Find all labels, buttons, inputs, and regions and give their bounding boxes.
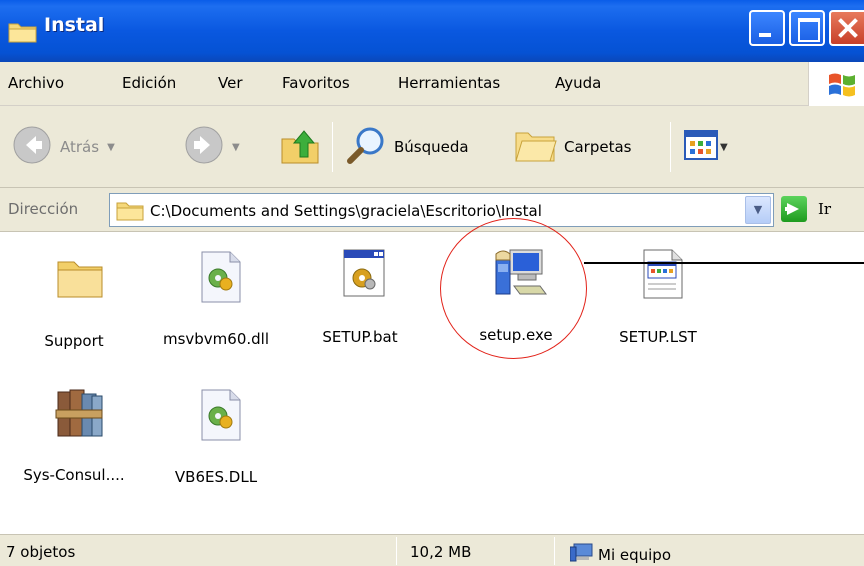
folders-label: Carpetas (564, 138, 632, 156)
dll-file-icon (196, 250, 244, 303)
winrar-archive-icon (54, 386, 103, 438)
status-bar: 7 objetos 10,2 MB Mi equipo (0, 534, 864, 566)
status-size: 10,2 MB (410, 543, 472, 561)
file-name: Sys-Consul.... (23, 466, 125, 484)
file-list: Support msvbvm60.dll SETUP.bat setup.exe… (0, 232, 864, 534)
views-icon (684, 130, 718, 164)
address-bar: Dirección C:\Documents and Settings\grac… (0, 188, 864, 232)
menu-bar: Archivo Edición Ver Favoritos Herramient… (0, 62, 864, 106)
back-arrow-icon (12, 125, 52, 169)
search-button[interactable]: Búsqueda (344, 106, 469, 188)
folder-icon (116, 201, 144, 225)
title-bar: Instal (0, 0, 864, 62)
file-name: SETUP.bat (322, 328, 398, 346)
up-folder-button[interactable] (278, 106, 322, 188)
annotation-pointer-line (584, 262, 864, 264)
back-label: Atrás (60, 138, 100, 156)
file-name: SETUP.LST (619, 328, 697, 346)
go-label[interactable]: Ir (818, 200, 831, 218)
status-location: Mi equipo (569, 543, 672, 566)
batch-file-icon (340, 248, 388, 300)
status-object-count: 7 objetos (6, 543, 76, 561)
close-button[interactable] (829, 10, 864, 46)
chevron-down-icon[interactable]: ▼ (720, 142, 728, 153)
chevron-down-icon[interactable]: ▼ (232, 142, 240, 153)
status-divider (396, 537, 397, 565)
chevron-down-icon[interactable]: ▼ (107, 142, 115, 153)
menu-ayuda[interactable]: Ayuda (555, 74, 601, 92)
status-location-label: Mi equipo (598, 546, 672, 564)
menu-herramientas[interactable]: Herramientas (398, 74, 500, 92)
views-button[interactable]: ▼ (684, 106, 728, 188)
file-name: Support (44, 332, 104, 350)
folders-button[interactable]: Carpetas (514, 106, 631, 188)
folders-icon (514, 125, 558, 169)
file-name: msvbvm60.dll (162, 330, 270, 348)
window-title: Instal (44, 14, 105, 36)
highlight-circle (440, 218, 587, 359)
menu-edicion[interactable]: Edición (122, 74, 176, 92)
forward-arrow-icon (184, 125, 224, 169)
lst-file-icon (638, 248, 686, 300)
maximize-button[interactable] (789, 10, 825, 46)
back-button[interactable]: Atrás ▼ (12, 106, 115, 188)
folder-icon (54, 252, 103, 304)
toolbar: Atrás ▼ ▼ Búsqueda Carpetas ▼ (0, 106, 864, 188)
menu-archivo[interactable]: Archivo (8, 74, 64, 92)
folder-icon (8, 20, 38, 48)
forward-button[interactable]: ▼ (184, 106, 240, 188)
toolbar-separator (332, 122, 333, 172)
address-label: Dirección (8, 200, 79, 218)
minimize-button[interactable] (749, 10, 785, 46)
file-name: VB6ES.DLL (174, 468, 258, 486)
go-arrow-icon[interactable] (781, 196, 807, 222)
my-computer-icon (569, 543, 598, 566)
address-input[interactable]: C:\Documents and Settings\graciela\Escri… (109, 193, 774, 227)
search-icon (344, 123, 388, 171)
search-label: Búsqueda (394, 138, 469, 156)
address-path: C:\Documents and Settings\graciela\Escri… (150, 202, 542, 220)
toolbar-separator (670, 122, 671, 172)
address-dropdown-button[interactable]: ▼ (745, 196, 771, 224)
menu-ver[interactable]: Ver (218, 74, 243, 92)
windows-logo-icon (808, 62, 864, 106)
up-folder-icon (278, 123, 322, 171)
status-divider (554, 537, 555, 565)
dll-file-icon (196, 388, 244, 441)
menu-favoritos[interactable]: Favoritos (282, 74, 350, 92)
